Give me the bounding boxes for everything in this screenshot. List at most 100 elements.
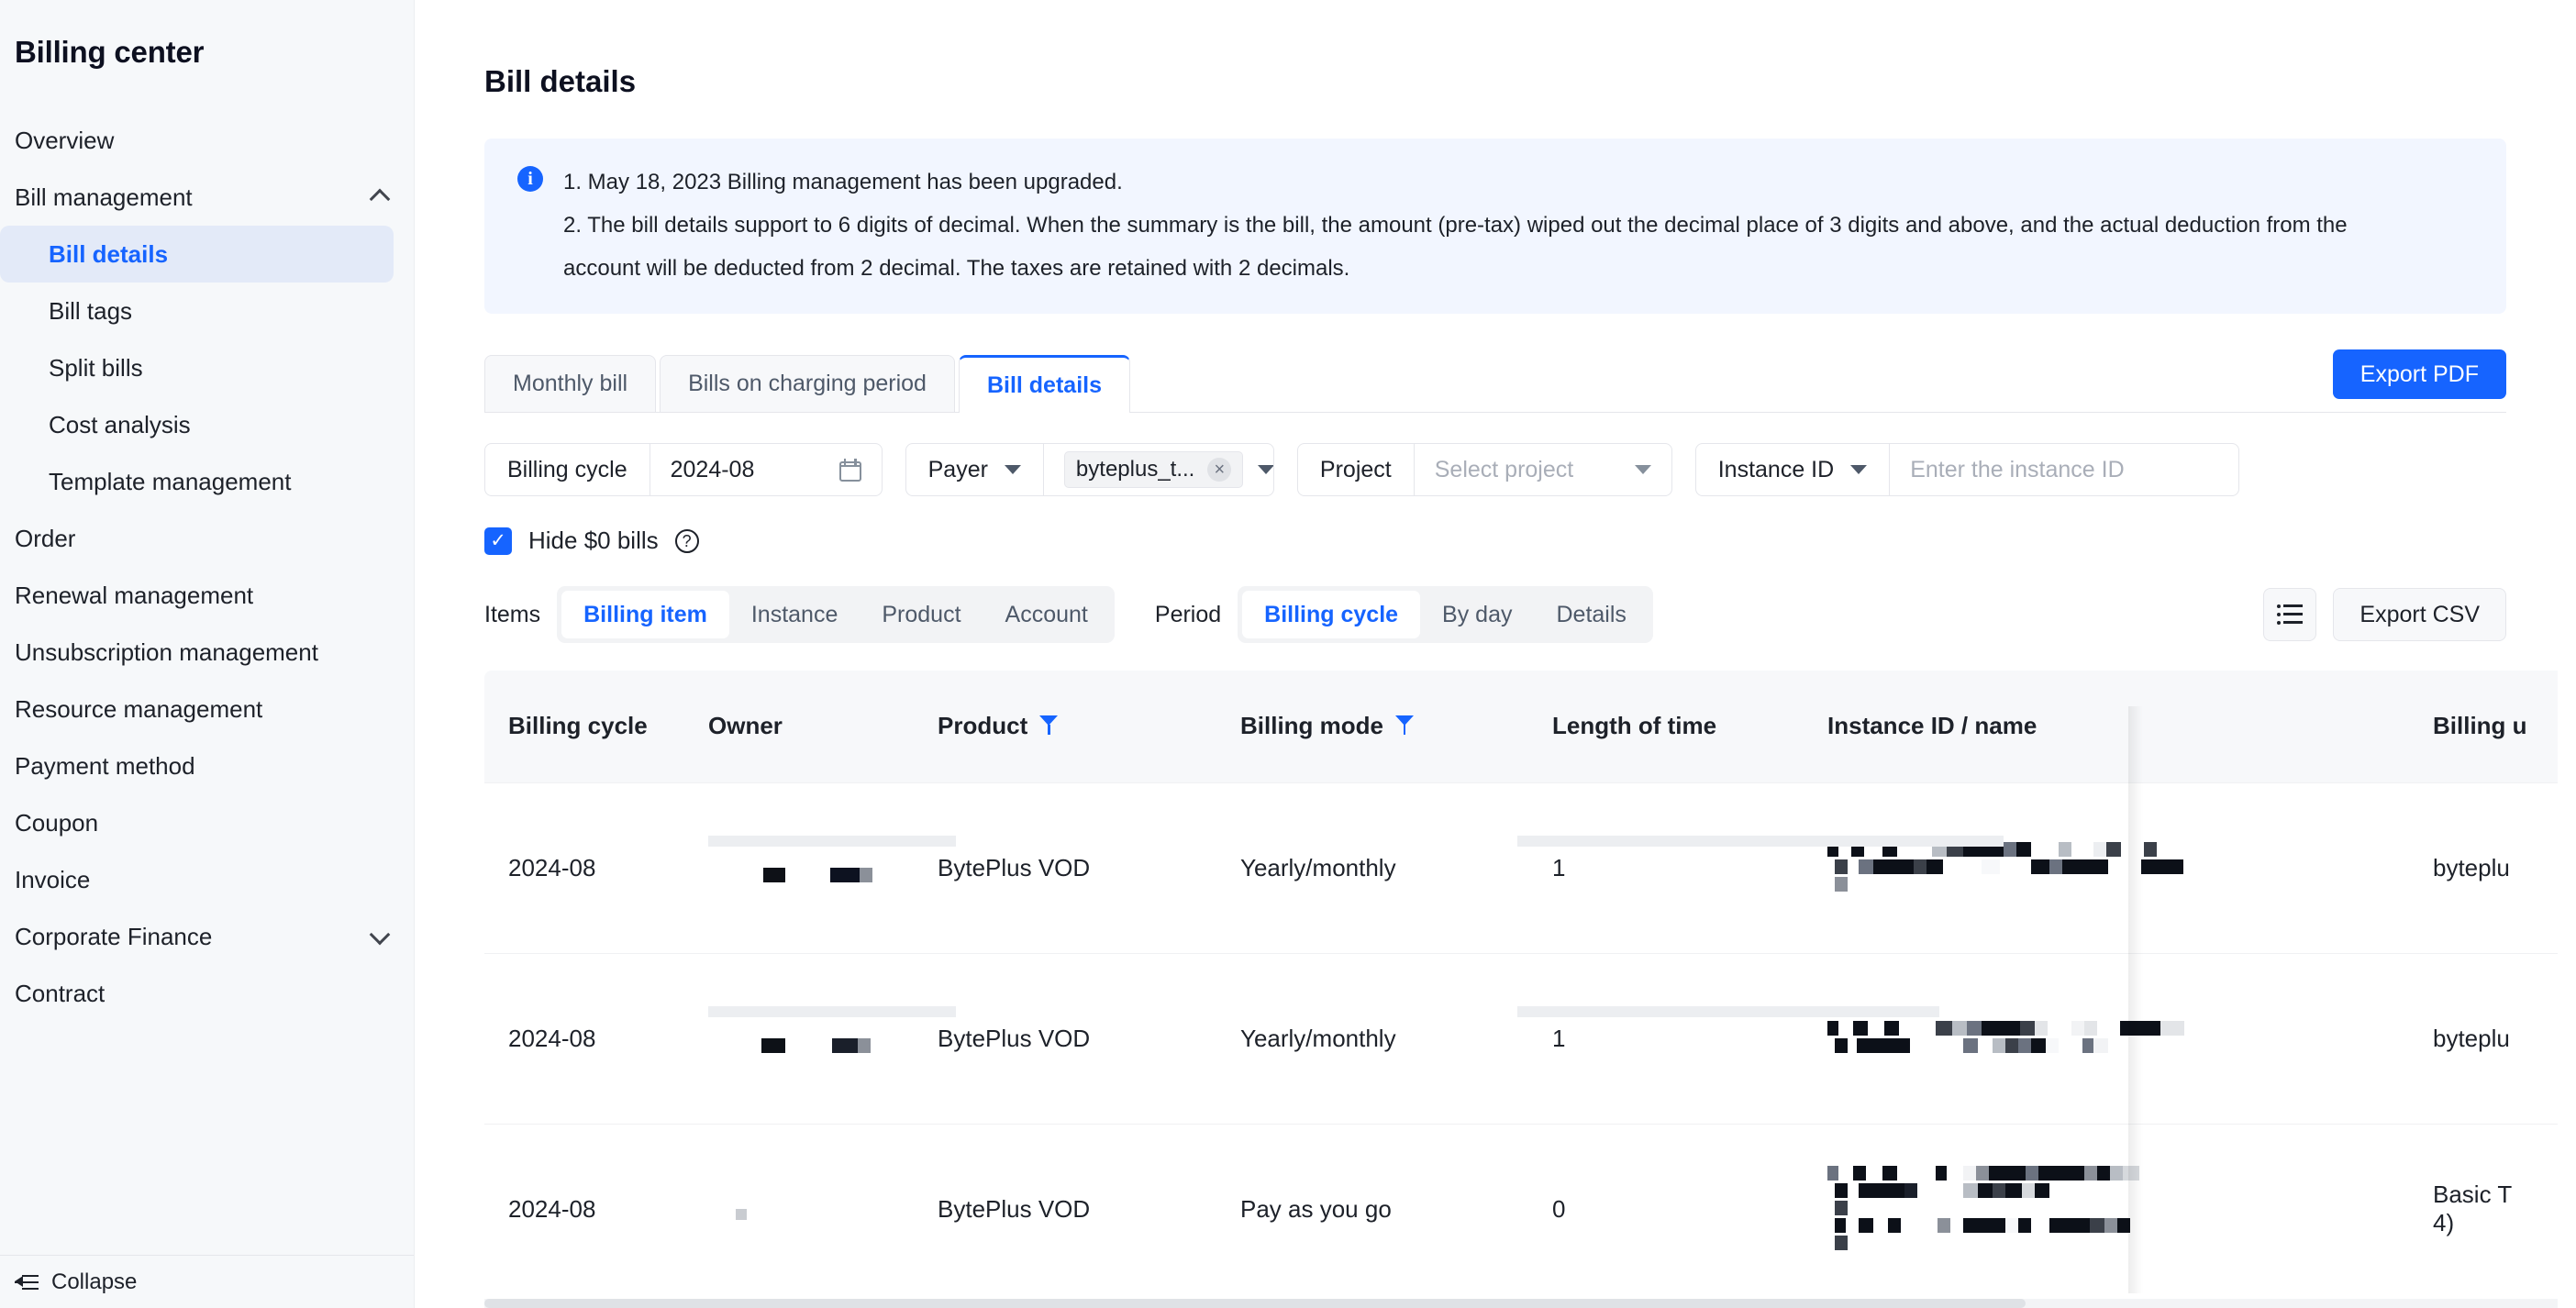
cell-owner [686,1123,916,1295]
cell-length-of-time: 1 [1530,781,1805,954]
sidebar-item-split-bills[interactable]: Split bills [0,339,414,396]
sidebar-item-label: Unsubscription management [15,637,318,666]
sidebar-item-label: Split bills [49,353,143,382]
chevron-down-icon[interactable] [1634,465,1651,475]
cell-product: BytePlus VOD [916,781,1218,954]
project-select[interactable]: Select project [1415,444,1671,495]
chevron-down-icon[interactable] [370,926,390,947]
segment-product[interactable]: Product [860,591,983,638]
sidebar-item-bill-details[interactable]: Bill details [0,226,394,283]
sidebar-item-label: Cost analysis [49,410,191,438]
sidebar-item-unsubscription-management[interactable]: Unsubscription management [0,624,414,681]
cell-billing-mode: Pay as you go [1218,1123,1530,1295]
payer-tag-label: byteplus_t... [1075,457,1195,482]
payer-tag[interactable]: byteplus_t... × [1063,451,1244,489]
cell-billing-cycle: 2024-08 [484,952,686,1125]
segment-account[interactable]: Account [983,591,1110,638]
tab-monthly-bill[interactable]: Monthly bill [484,355,657,413]
cell-billing-cycle: 2024-08 [484,781,686,954]
sidebar-item-label: Corporate Finance [15,922,213,950]
billing-cycle-filter: Billing cycle 2024-08 [484,443,883,497]
cell-length-of-time: 1 [1530,952,1805,1125]
instance-id-input[interactable]: Enter the instance ID [1890,444,2238,495]
instance-id-filter: Instance ID Enter the instance ID [1694,443,2240,497]
sidebar-item-coupon[interactable]: Coupon [0,794,414,851]
instance-id-label-select[interactable]: Instance ID [1696,444,1891,496]
th-length-of-time: Length of time [1530,671,1805,783]
payer-value-select[interactable]: byteplus_t... × [1044,444,1273,495]
th-label: Billing mode [1240,712,1383,740]
tab-bill-details[interactable]: Bill details [958,355,1130,414]
segment-details[interactable]: Details [1534,591,1648,638]
segment-by-day[interactable]: By day [1420,591,1534,638]
hide-zero-bills-label: Hide $0 bills [528,527,659,555]
th-billing-unit: Billing u [2411,671,2558,783]
sidebar-item-label: Bill management [15,183,193,211]
billing-cycle-value: 2024-08 [670,456,755,482]
calendar-icon[interactable] [838,458,861,482]
export-pdf-button[interactable]: Export PDF [2332,349,2506,400]
sidebar-item-bill-tags[interactable]: Bill tags [0,283,414,339]
close-icon[interactable]: × [1207,458,1232,482]
column-settings-button[interactable] [2263,588,2317,642]
redacted-owner-bar [708,1006,956,1018]
sidebar-item-order[interactable]: Order [0,510,414,567]
sidebar-item-bill-management[interactable]: Bill management [0,169,414,226]
filter-icon[interactable] [1395,715,1414,736]
th-label: Product [938,712,1028,740]
table-row[interactable]: 2024-08 BytePlus VOD Yearly/monthly 1 by… [484,952,2558,1125]
export-csv-button[interactable]: Export CSV [2333,588,2506,642]
sidebar-item-label: Template management [49,467,292,495]
sidebar-item-invoice[interactable]: Invoice [0,851,414,908]
filter-icon[interactable] [1039,715,1059,736]
sidebar-item-payment-method[interactable]: Payment method [0,737,414,794]
segment-instance[interactable]: Instance [729,591,861,638]
sidebar-item-label: Bill tags [49,296,133,325]
tab-bills-on-charging-period[interactable]: Bills on charging period [660,355,955,413]
sidebar-item-contract[interactable]: Contract [0,965,414,1022]
sidebar-item-renewal-management[interactable]: Renewal management [0,567,414,624]
sidebar-item-resource-management[interactable]: Resource management [0,681,414,737]
banner-line-3: account will be deducted from 2 decimal.… [563,256,1350,282]
table-actions: Export CSV [2263,588,2506,642]
table-row[interactable]: 2024-08 BytePlus VOD Pay as you go 0 Bas… [484,1123,2558,1295]
th-instance-id-name: Instance ID / name [1805,671,2411,783]
sidebar-title: Billing center [15,35,205,69]
collapse-sidebar-button[interactable]: Collapse [0,1255,414,1308]
sidebar-item-overview[interactable]: Overview [0,112,414,169]
table-header-row: Billing cycle Owner Product Billing mode… [484,671,2558,783]
sidebar-item-cost-analysis[interactable]: Cost analysis [0,396,414,453]
segment-billing-item[interactable]: Billing item [561,591,729,639]
hide-zero-bills-row: ✓ Hide $0 bills ? [484,527,2506,555]
chevron-down-icon[interactable] [1850,465,1868,475]
items-segmented-control: Billing item Instance Product Account [557,586,1115,644]
th-product: Product [916,671,1218,783]
chevron-up-icon[interactable] [370,187,390,207]
sidebar-item-label: Coupon [15,808,99,837]
table-row[interactable]: 2024-08 BytePlus VOD Yearly/monthly 1 by… [484,781,2558,954]
billing-cycle-input[interactable]: 2024-08 [650,444,882,495]
question-circle-icon[interactable]: ? [674,528,699,553]
hide-zero-bills-checkbox[interactable]: ✓ [484,527,512,555]
sidebar-item-label: Resource management [15,694,263,723]
bill-details-table-wrapper[interactable]: Billing cycle Owner Product Billing mode… [484,671,2558,1295]
segment-billing-cycle[interactable]: Billing cycle [1242,591,1421,639]
chevron-down-icon[interactable] [1004,465,1021,475]
project-label: Project [1298,444,1415,496]
sidebar-item-corporate-finance[interactable]: Corporate Finance [0,908,414,965]
info-banner: i 1. May 18, 2023 Billing management has… [484,139,2506,315]
info-icon: i [517,166,543,193]
chevron-down-icon[interactable] [1258,465,1273,475]
table-horizontal-scrollbar[interactable] [484,1299,2558,1308]
sidebar-item-template-management[interactable]: Template management [0,453,414,510]
project-placeholder: Select project [1434,456,1574,482]
th-owner: Owner [686,671,916,783]
sidebar-item-label: Contract [15,979,105,1007]
page-title: Bill details [484,64,637,99]
scrollbar-thumb[interactable] [484,1299,2026,1308]
payer-label-select[interactable]: Payer [906,444,1044,496]
sidebar-item-label: Order [15,524,76,552]
list-icon [2277,604,2304,626]
sidebar-item-label: Invoice [15,865,91,893]
th-label: Instance ID / name [1827,712,2037,740]
